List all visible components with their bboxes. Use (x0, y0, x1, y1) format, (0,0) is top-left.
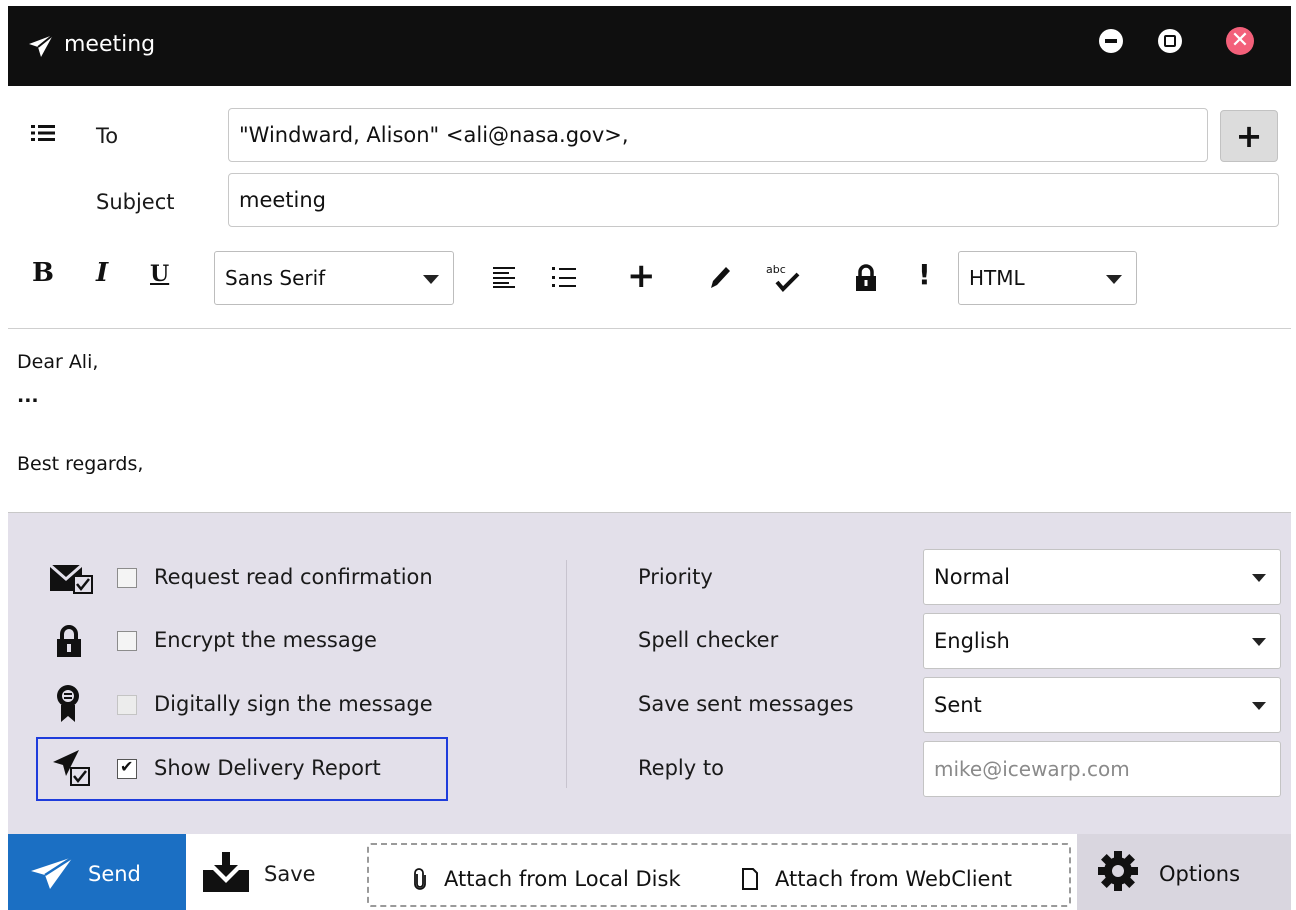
reply-to-input[interactable]: mike@icewarp.com (923, 741, 1281, 797)
options-label: Options (1159, 862, 1241, 886)
save-sent-label: Save sent messages (638, 692, 854, 716)
contact-list-icon[interactable] (31, 123, 55, 143)
priority-select[interactable]: Normal (923, 549, 1281, 605)
subject-field[interactable]: meeting (228, 173, 1279, 227)
delivery-report-icon (53, 750, 90, 786)
lock-icon (57, 625, 81, 657)
send-button[interactable]: Send (8, 834, 186, 910)
lock-icon[interactable] (855, 264, 877, 292)
maximize-button[interactable] (1158, 29, 1182, 53)
chevron-down-icon (1252, 638, 1266, 646)
subject-label: Subject (96, 190, 175, 214)
window-title: meeting (64, 32, 156, 57)
encrypt-checkbox[interactable] (117, 631, 137, 651)
chevron-down-icon (1252, 574, 1266, 582)
close-button[interactable]: ✕ (1226, 27, 1254, 55)
body-line: Best regards, (17, 453, 144, 475)
to-field[interactable]: "Windward, Alison" <ali@nasa.gov>, (228, 108, 1208, 162)
sign-checkbox[interactable] (117, 695, 137, 715)
body-line: ... (17, 385, 39, 407)
align-left-icon[interactable] (493, 266, 515, 288)
chevron-down-icon (423, 275, 439, 284)
font-select[interactable]: Sans Serif (214, 251, 454, 305)
chevron-down-icon (1106, 275, 1122, 284)
to-label: To (96, 124, 119, 148)
spell-checker-select-value: English (934, 629, 1010, 653)
options-button[interactable]: Options (1077, 834, 1291, 910)
svg-text:abc: abc (766, 263, 786, 276)
gear-icon (1098, 851, 1138, 891)
paperclip-icon (414, 868, 426, 890)
priority-toggle[interactable]: ! (918, 258, 931, 291)
attachment-dropzone[interactable]: Attach from Local Disk Attach from WebCl… (367, 843, 1071, 907)
delivery-report-label: Show Delivery Report (154, 756, 381, 780)
bold-button[interactable]: B (32, 258, 54, 288)
priority-label: Priority (638, 565, 713, 589)
read-confirmation-checkbox[interactable] (117, 568, 137, 588)
attach-local-button[interactable]: Attach from Local Disk (444, 867, 681, 891)
mail-check-icon (50, 563, 93, 594)
read-confirmation-label: Request read confirmation (154, 565, 433, 589)
delivery-report-checkbox[interactable] (117, 757, 137, 779)
send-icon (29, 34, 54, 57)
divider (566, 560, 567, 788)
sign-label: Digitally sign the message (154, 692, 433, 716)
bullet-list-icon[interactable] (552, 265, 576, 289)
spell-checker-label: Spell checker (638, 628, 779, 652)
encrypt-label: Encrypt the message (154, 628, 377, 652)
reply-to-label: Reply to (638, 756, 724, 780)
spell-checker-select[interactable]: English (923, 613, 1281, 669)
save-sent-select[interactable]: Sent (923, 677, 1281, 733)
save-sent-select-value: Sent (934, 693, 982, 717)
save-label: Save (264, 862, 316, 886)
spellcheck-icon[interactable]: abc (765, 262, 801, 292)
priority-select-value: Normal (934, 565, 1010, 589)
attach-webclient-button[interactable]: Attach from WebClient (775, 867, 1012, 891)
font-select-value: Sans Serif (225, 266, 326, 290)
certificate-icon (57, 685, 79, 722)
italic-button[interactable]: I (96, 258, 108, 288)
document-icon (742, 868, 758, 890)
send-icon (31, 856, 74, 889)
body-line: Dear Ali, (17, 351, 99, 373)
download-icon (203, 852, 249, 892)
format-select-value: HTML (969, 266, 1025, 290)
underline-button[interactable]: U (150, 261, 169, 287)
title-bar: meeting (8, 6, 1291, 86)
minimize-button[interactable] (1099, 29, 1123, 53)
pencil-icon[interactable] (708, 264, 732, 290)
format-select[interactable]: HTML (958, 251, 1137, 305)
insert-button[interactable]: + (627, 256, 656, 296)
message-body[interactable]: Dear Ali, ... Best regards, (8, 329, 1291, 512)
add-recipient-button[interactable]: + (1220, 110, 1278, 162)
send-label: Send (88, 862, 141, 886)
chevron-down-icon (1252, 702, 1266, 710)
